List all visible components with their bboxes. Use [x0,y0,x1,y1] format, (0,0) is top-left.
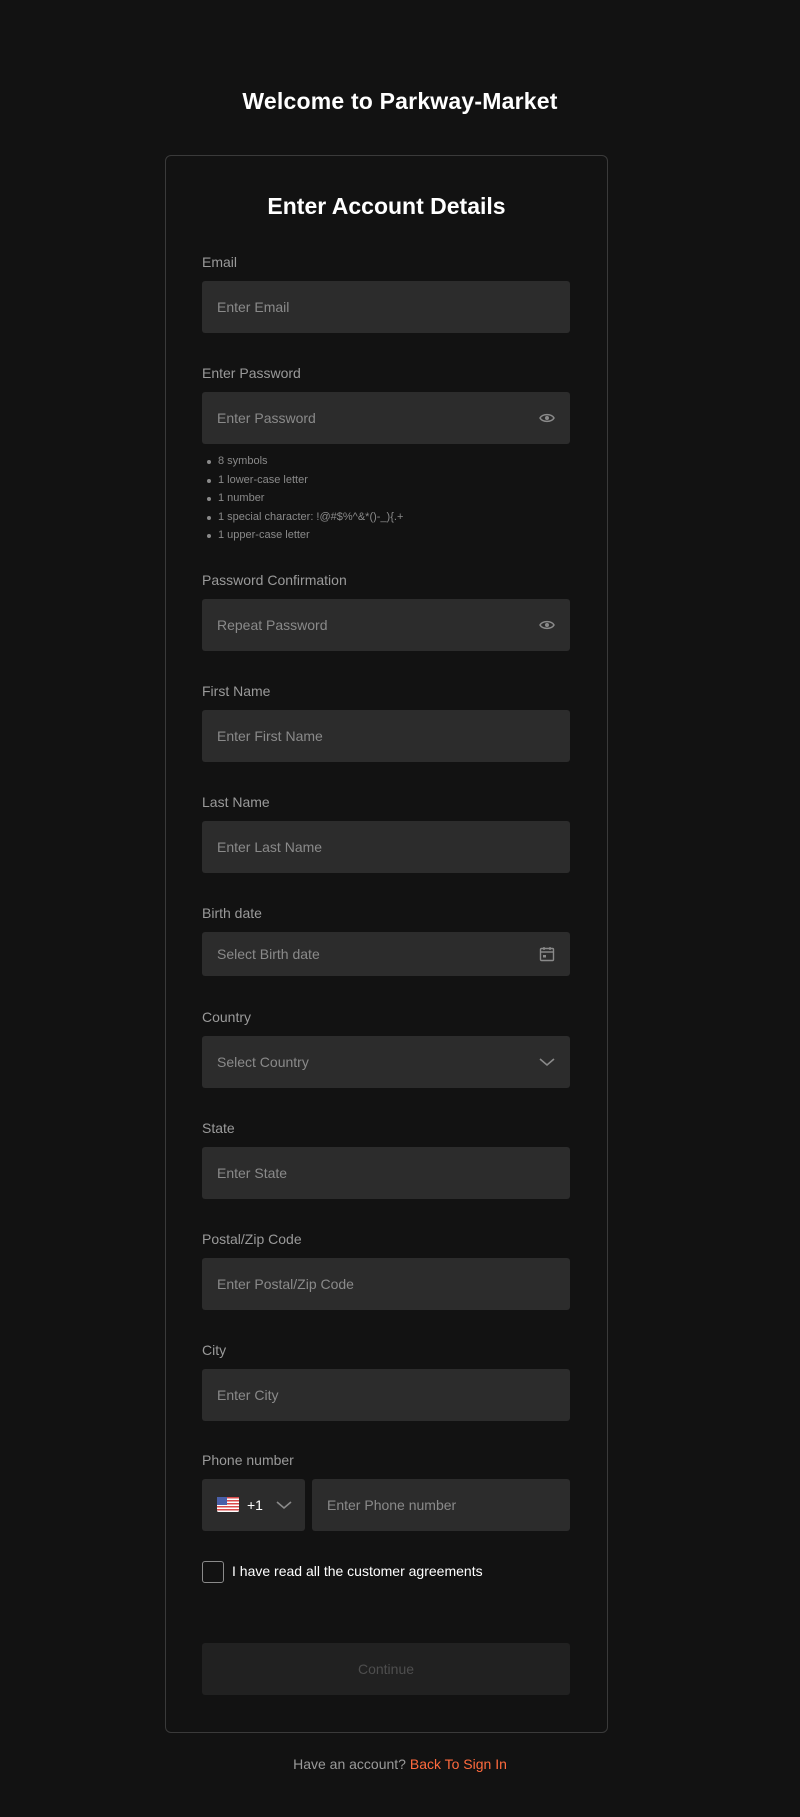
email-field[interactable]: Enter Email [202,281,570,333]
birth-date-label: Birth date [202,905,262,921]
state-label: State [202,1120,235,1136]
us-flag-icon [217,1497,239,1512]
state-field[interactable]: Enter State [202,1147,570,1199]
last-name-field[interactable]: Enter Last Name [202,821,570,873]
form-title: Enter Account Details [267,193,506,219]
have-account-text: Have an account? [293,1756,406,1772]
password-placeholder: Enter Password [217,410,316,426]
password-confirmation-field[interactable]: Repeat Password [202,599,570,651]
phone-label: Phone number [202,1452,294,1468]
phone-country-code-select[interactable]: +1 [202,1479,305,1531]
birth-date-placeholder: Select Birth date [217,946,320,962]
postal-code-field[interactable]: Enter Postal/Zip Code [202,1258,570,1310]
continue-button[interactable]: Continue [202,1643,570,1695]
country-label: Country [202,1009,252,1025]
first-name-field[interactable]: Enter First Name [202,710,570,762]
city-placeholder: Enter City [217,1387,279,1403]
calendar-icon[interactable] [538,945,556,963]
password-field[interactable]: Enter Password [202,392,570,444]
eye-icon[interactable] [538,409,556,427]
phone-number-field[interactable]: Enter Phone number [312,1479,570,1531]
phone-country-code: +1 [247,1497,263,1513]
agreement-label[interactable]: I have read all the customer agreements [232,1563,483,1579]
first-name-label: First Name [202,683,271,699]
first-name-placeholder: Enter First Name [217,728,323,744]
email-placeholder: Enter Email [217,299,290,315]
back-to-sign-in-link[interactable]: Back To Sign In [410,1756,507,1772]
birth-date-picker[interactable]: Select Birth date [202,932,570,976]
agreement-checkbox[interactable] [202,1561,224,1583]
state-placeholder: Enter State [217,1165,288,1181]
email-label: Email [202,254,238,270]
password-rule: 1 lower-case letter [206,471,403,490]
password-rule: 1 upper-case letter [206,526,403,545]
last-name-placeholder: Enter Last Name [217,839,323,855]
password-rule: 1 special character: !@#$%^&*()-_){.+ [206,508,403,527]
postal-code-label: Postal/Zip Code [202,1231,302,1247]
password-label: Enter Password [202,365,301,381]
sign-in-prompt: Have an account? Back To Sign In [0,1756,800,1772]
city-label: City [202,1342,227,1358]
password-confirmation-label: Password Confirmation [202,572,347,588]
page-title: Welcome to Parkway-Market [242,88,558,114]
password-confirmation-placeholder: Repeat Password [217,617,328,633]
registration-page: Welcome to Parkway-Market Enter Account … [0,0,800,1817]
chevron-down-icon [275,1496,293,1514]
country-placeholder: Select Country [217,1054,309,1070]
phone-number-placeholder: Enter Phone number [327,1497,457,1513]
last-name-label: Last Name [202,794,270,810]
postal-code-placeholder: Enter Postal/Zip Code [217,1276,354,1292]
country-select[interactable]: Select Country [202,1036,570,1088]
password-requirements: 8 symbols 1 lower-case letter 1 number 1… [206,452,403,545]
eye-icon[interactable] [538,616,556,634]
password-rule: 1 number [206,489,403,508]
password-rule: 8 symbols [206,452,403,471]
chevron-down-icon [538,1053,556,1071]
city-field[interactable]: Enter City [202,1369,570,1421]
